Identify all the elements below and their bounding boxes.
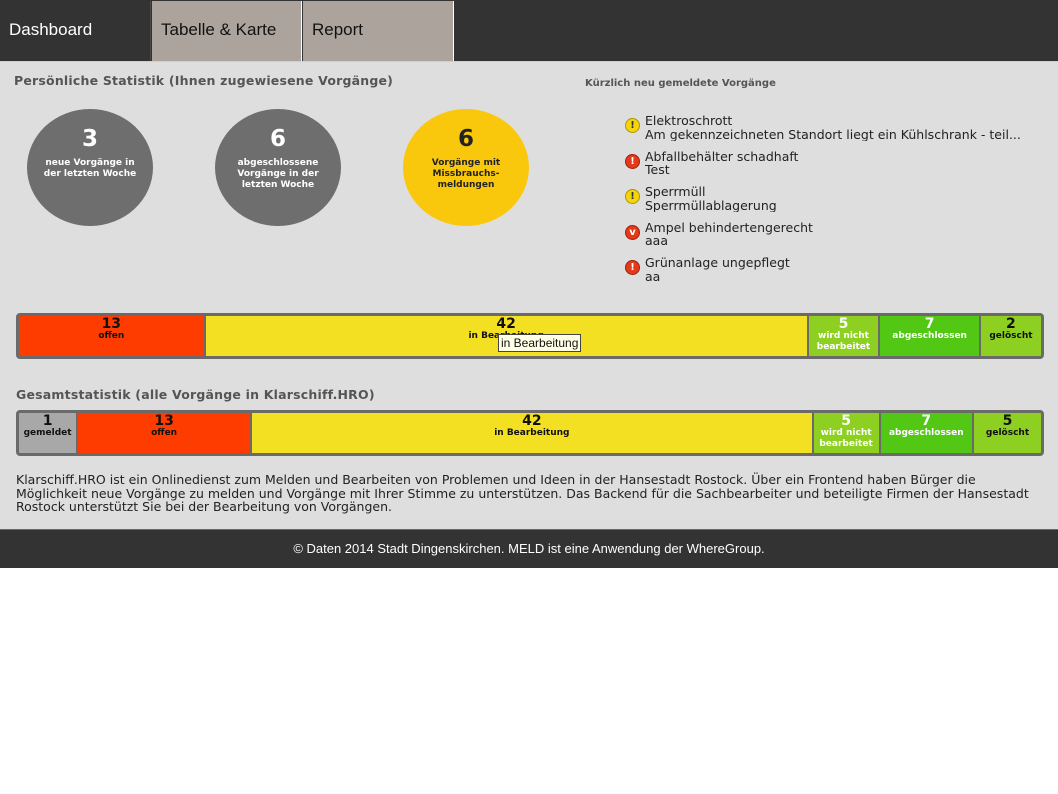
recent-item-desc: aa [645, 268, 661, 283]
status-label: offen [98, 331, 125, 341]
tab-dashboard[interactable]: Dashboard [0, 1, 151, 61]
recent-item-desc: aaa [645, 233, 668, 248]
status-count: 13 [154, 413, 174, 429]
status-segment-abgeschlossen[interactable]: 7 abgeschlossen [880, 413, 975, 453]
recent-item-title: Ampel behindertengerecht [645, 220, 813, 235]
status-count: 7 [921, 413, 932, 429]
status-count: 42 [522, 413, 542, 429]
status-label: gemeldet [23, 428, 72, 438]
status-label: wird nicht bearbeitet [819, 428, 873, 449]
status-segment-gemeldet[interactable]: 1 gemeldet [19, 413, 79, 453]
list-item[interactable]: ! Grünanlage ungepflegt aa [625, 256, 1045, 292]
status-segment-wird-nicht-bearbeitet[interactable]: 5 wird nicht bearbeitet [813, 413, 881, 453]
list-item[interactable]: ! Elektroschrott Am gekennzeichneten Stan… [625, 114, 1045, 150]
status-count: 1 [42, 413, 53, 429]
new-issues-count: 3 [81, 126, 98, 152]
status-count: 7 [924, 316, 935, 332]
status-label: wird nicht bearbeitet [816, 331, 871, 352]
status-count: 5 [841, 413, 851, 429]
abuse-reports-label: Vorgänge mit Missbrauchs-meldungen [431, 158, 501, 190]
new-issues-circle: 3 neue Vorgänge in der letzten Woche [27, 109, 153, 226]
overall-status-bar: 1 gemeldet 13 offen 42 in Bearbeitung 5 wird ni… [16, 410, 1044, 456]
status-label: abgeschlossen [892, 331, 967, 341]
down-alert-icon: v [625, 224, 640, 240]
warning-icon: ! [625, 118, 640, 133]
tab-tabelle-karte[interactable]: Tabelle & Karte [152, 1, 302, 61]
status-segment-wird-nicht-bearbeitet[interactable]: 5 wird nicht bearbeitet [808, 316, 881, 356]
alert-icon: ! [625, 153, 640, 169]
closed-issues-count: 6 [269, 126, 286, 152]
top-navigation: Dashboard Tabelle & Karte Report [0, 0, 1058, 62]
recent-item-desc: Sperrmüllablagerung [645, 197, 777, 212]
footer: © Daten 2014 Stadt Dingenskirchen. MELD … [0, 529, 1058, 568]
status-segment-offen[interactable]: 13 offen [78, 413, 253, 453]
status-label: gelöscht [985, 428, 1030, 438]
list-item[interactable]: v Ampel behindertengerecht aaa [625, 221, 1045, 257]
status-segment-in-bearbeitung[interactable]: 42in Bearbeitung [252, 413, 814, 453]
abuse-reports-count: 6 [457, 126, 474, 152]
closed-issues-circle: 6 abgeschlossene Vorgänge in der letzten… [215, 109, 341, 226]
recent-item-title: Sperrmüll [645, 185, 706, 199]
new-issues-label: neue Vorgänge in der letzten Woche [43, 158, 137, 179]
status-label: in Bearbeitung [494, 428, 570, 438]
tooltip: in Bearbeitung [498, 334, 582, 352]
recent-item-title: Grünanlage ungepflegt [645, 256, 790, 270]
dashboard-panel: Persönliche Statistik (Ihnen zugewiesene… [0, 62, 1058, 529]
recent-item-title: Elektroschrott [645, 114, 733, 128]
recent-item-desc: Test [645, 162, 670, 177]
tab-report[interactable]: Report [303, 1, 454, 61]
recent-issues-list: ! Elektroschrott Am gekennzeichneten Stan… [625, 114, 1045, 292]
status-segment-gelöscht[interactable]: 5 gelöscht [974, 413, 1041, 453]
recent-issues-title: Kürzlich neu gemeldete Vorgänge [585, 78, 776, 89]
status-count: 5 [838, 316, 849, 332]
status-count: 2 [1006, 316, 1016, 332]
alert-icon: ! [625, 260, 640, 275]
status-count: 13 [101, 316, 122, 332]
status-segment-gelöscht[interactable]: 2 gelöscht [980, 316, 1041, 356]
personal-statistics-title: Persönliche Statistik (Ihnen zugewiesene… [14, 73, 394, 88]
status-segment-offen[interactable]: 13 offen [19, 316, 206, 356]
recent-item-desc: Am gekennzeichneten Standort liegt ein K… [645, 126, 1021, 141]
status-label: abgeschlossen [888, 428, 964, 438]
list-item[interactable]: ! Sperrmüll Sperrmüllablagerung [625, 185, 1045, 221]
abuse-reports-circle: 6 Vorgänge mit Missbrauchs-meldungen [403, 109, 529, 226]
list-item[interactable]: ! Abfallbehälter schadhaft Test [625, 150, 1045, 186]
status-label: gelöscht [989, 331, 1033, 341]
warning-icon: ! [625, 189, 640, 204]
status-count: 42 [496, 316, 516, 332]
description-text: Klarschiff.HRO ist ein Onlinedienst zum … [16, 472, 1029, 514]
overall-statistics-title: Gesamtstatistik (alle Vorgänge in Klarsc… [16, 387, 375, 402]
status-label: offen [151, 428, 178, 438]
status-segment-abgeschlossen[interactable]: 7 abgeschlossen [880, 316, 981, 356]
status-count: 5 [1002, 413, 1013, 429]
recent-item-title: Abfallbehälter schadhaft [645, 149, 799, 164]
closed-issues-label: abgeschlossene Vorgänge in der letzten W… [237, 158, 319, 190]
